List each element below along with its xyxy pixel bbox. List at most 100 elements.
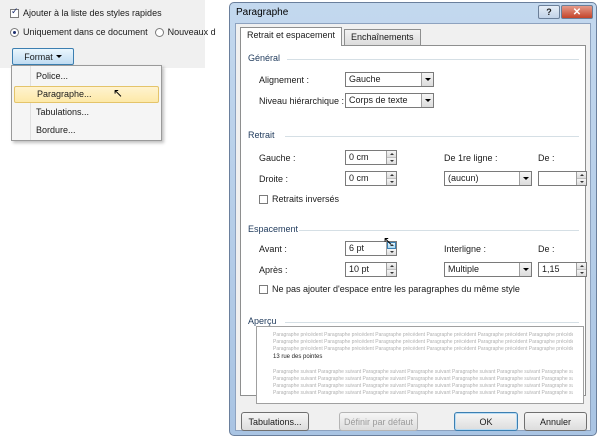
line-spacing-label: Interligne :: [444, 244, 487, 254]
section-general-title: Général: [248, 53, 281, 63]
mouse-pointer-icon: ↖: [383, 234, 394, 248]
styles-panel-fragment: Ajouter à la liste des styles rapides Un…: [0, 0, 216, 68]
radio-only-this-document-label: Uniquement dans ce document: [23, 27, 148, 37]
section-divider: [285, 322, 579, 323]
space-before-value: 6 pt: [349, 243, 365, 253]
paragraph-dialog: Paragraphe ? ✕ Retrait et espacement Enc…: [229, 2, 597, 436]
first-line-select[interactable]: (aucun): [444, 171, 532, 186]
section-divider: [299, 230, 579, 231]
tab-enchainements-label: Enchaînements: [351, 32, 414, 42]
cancel-button[interactable]: Annuler: [524, 412, 587, 431]
menu-item-bordure-label: Bordure...: [36, 125, 76, 135]
spinner-down-button[interactable]: [387, 248, 396, 255]
chevron-down-icon: [55, 55, 62, 58]
close-icon: ✕: [572, 6, 582, 18]
tabulations-button[interactable]: Tabulations...: [241, 412, 309, 431]
tabulations-button-label: Tabulations...: [248, 416, 302, 427]
preview-next-paragraph: Paragraphe suivant Paragraphe suivant Pa…: [273, 369, 573, 375]
space-after-value: 10 pt: [349, 264, 370, 274]
indent-by-spinner[interactable]: [538, 171, 587, 186]
preview-next-paragraph: Paragraphe suivant Paragraphe suivant Pa…: [273, 383, 573, 389]
indent-left-label: Gauche :: [259, 153, 296, 163]
alignment-select[interactable]: Gauche: [345, 72, 434, 87]
level-label: Niveau hiérarchique :: [259, 96, 345, 106]
menu-item-police-label: Police...: [36, 71, 69, 81]
checkbox-box[interactable]: [259, 284, 268, 294]
alignment-label: Alignement :: [259, 75, 310, 85]
level-select[interactable]: Corps de texte: [345, 93, 434, 108]
mirror-indents-label: Retraits inversés: [272, 194, 340, 204]
radio-new-documents[interactable]: [154, 27, 164, 37]
tab-retrait-espacement-label: Retrait et espacement: [247, 30, 336, 40]
mirror-indents-checkbox[interactable]: Retraits inversés: [259, 194, 339, 204]
close-button[interactable]: ✕: [561, 5, 593, 19]
preview-next-paragraph: Paragraphe suivant Paragraphe suivant Pa…: [273, 390, 573, 396]
line-spacing-value: Multiple: [448, 264, 480, 274]
indent-right-spinner[interactable]: 0 cm: [345, 171, 397, 186]
radio-dot[interactable]: [10, 27, 19, 37]
set-default-button-label: Définir par défaut: [343, 416, 414, 427]
preview-previous-paragraph: Paragraphe précédent Paragraphe précéden…: [273, 346, 573, 352]
format-menu: Police... Paragraphe... Tabulations... B…: [11, 65, 162, 141]
line-spacing-at-spinner[interactable]: 1,15: [538, 262, 587, 277]
format-button-label: Format: [24, 51, 53, 62]
section-indent-title: Retrait: [248, 130, 275, 140]
preview-previous-paragraph: Paragraphe précédent Paragraphe précéden…: [273, 332, 573, 338]
level-value: Corps de texte: [349, 95, 408, 105]
mouse-pointer-icon: ↖: [113, 86, 124, 100]
dropdown-arrow-icon[interactable]: [421, 94, 433, 107]
menu-item-paragraphe-label: Paragraphe...: [37, 89, 92, 99]
first-line-value: (aucun): [448, 173, 479, 183]
section-divider: [287, 59, 579, 60]
line-spacing-at-label: De :: [538, 244, 555, 254]
menu-item-paragraphe[interactable]: Paragraphe...: [14, 86, 159, 103]
ok-button-label: OK: [479, 416, 493, 427]
dialog-client-area: Retrait et espacement Enchaînements Géné…: [235, 23, 591, 431]
spinner-buttons[interactable]: [386, 172, 396, 185]
ok-button[interactable]: OK: [454, 412, 518, 431]
preview-next-paragraph: Paragraphe suivant Paragraphe suivant Pa…: [273, 376, 573, 382]
no-space-same-style-checkbox[interactable]: Ne pas ajouter d'espace entre les paragr…: [259, 284, 520, 294]
section-spacing-title: Espacement: [248, 224, 299, 234]
menu-item-tabulations[interactable]: Tabulations...: [14, 104, 159, 121]
tab-enchainements[interactable]: Enchaînements: [344, 29, 421, 45]
dialog-title: Paragraphe: [236, 7, 289, 18]
add-to-quick-styles-checkbox[interactable]: Ajouter à la liste des styles rapides: [10, 7, 162, 18]
help-button[interactable]: ?: [538, 5, 560, 19]
radio-new-documents-label: Nouveaux d: [167, 27, 216, 37]
space-before-label: Avant :: [259, 244, 287, 254]
space-after-label: Après :: [259, 265, 288, 275]
first-line-label: De 1re ligne :: [444, 153, 498, 163]
preview-previous-paragraph: Paragraphe précédent Paragraphe précéden…: [273, 339, 573, 345]
set-default-button[interactable]: Définir par défaut: [339, 412, 418, 431]
section-divider: [285, 136, 579, 137]
preview-box: Paragraphe précédent Paragraphe précéden…: [256, 326, 584, 404]
alignment-value: Gauche: [349, 74, 381, 84]
dropdown-arrow-icon[interactable]: [421, 73, 433, 86]
tab-retrait-espacement[interactable]: Retrait et espacement: [240, 27, 343, 46]
dropdown-arrow-icon[interactable]: [519, 263, 531, 276]
spinner-buttons[interactable]: [576, 172, 586, 185]
line-spacing-at-value: 1,15: [542, 264, 560, 274]
checkbox-box[interactable]: [259, 194, 268, 204]
spinner-buttons[interactable]: [386, 263, 396, 276]
spinner-buttons[interactable]: [386, 151, 396, 164]
menu-item-bordure[interactable]: Bordure...: [14, 122, 159, 139]
help-icon: ?: [546, 7, 552, 17]
preview-current-paragraph: 13 rue des pointes: [273, 354, 323, 360]
indent-left-value: 0 cm: [349, 152, 369, 162]
checkbox-box[interactable]: [10, 7, 19, 18]
cancel-button-label: Annuler: [539, 416, 572, 427]
line-spacing-select[interactable]: Multiple: [444, 262, 532, 277]
space-after-spinner[interactable]: 10 pt: [345, 262, 397, 277]
indent-left-spinner[interactable]: 0 cm: [345, 150, 397, 165]
indent-right-label: Droite :: [259, 174, 289, 184]
dropdown-arrow-icon[interactable]: [519, 172, 531, 185]
format-button[interactable]: Format: [12, 48, 74, 65]
add-to-quick-styles-label: Ajouter à la liste des styles rapides: [23, 8, 162, 18]
section-preview-title: Aperçu: [248, 316, 277, 326]
radio-only-this-document[interactable]: Uniquement dans ce document Nouveaux d: [10, 27, 216, 37]
menu-item-tabulations-label: Tabulations...: [36, 107, 90, 117]
spinner-buttons[interactable]: [576, 263, 586, 276]
menu-item-police[interactable]: Police...: [14, 68, 159, 85]
